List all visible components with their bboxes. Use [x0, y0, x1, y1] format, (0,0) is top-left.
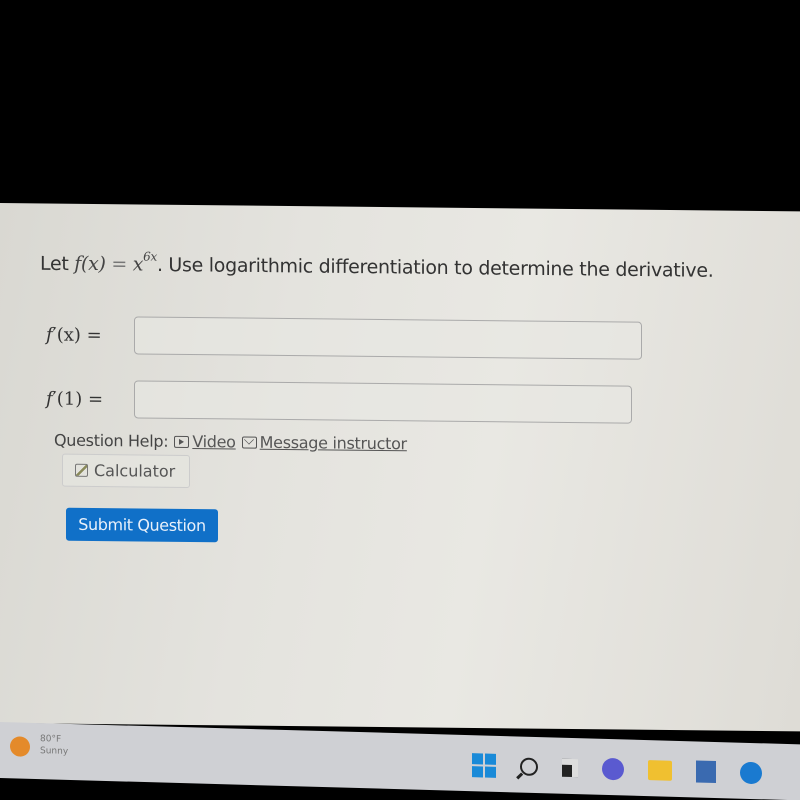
- video-play-icon: [174, 435, 190, 448]
- weather-widget[interactable]: 80°F Sunny: [10, 732, 68, 758]
- teams-chat-icon[interactable]: [602, 757, 624, 781]
- sun-icon: [10, 736, 30, 757]
- message-instructor-link[interactable]: Message instructor: [241, 433, 407, 453]
- question-text: Let f(x) = x6x. Use logarithmic differen…: [40, 249, 714, 282]
- exponent: 6x: [143, 249, 157, 264]
- search-icon[interactable]: [520, 757, 538, 777]
- question-suffix: . Use logarithmic differentiation to det…: [156, 253, 714, 282]
- derivative-input[interactable]: [134, 316, 642, 360]
- base: x: [132, 253, 144, 276]
- math-expression: f(x) = x6x: [74, 249, 157, 276]
- question-prefix: Let: [40, 252, 75, 276]
- answer-label: f′(x) =: [46, 323, 102, 346]
- video-link[interactable]: Video: [174, 432, 236, 451]
- answer-label: f′(1) =: [46, 387, 104, 410]
- microsoft-store-icon[interactable]: [696, 760, 716, 783]
- question-help: Question Help: Video Message instructor: [54, 431, 407, 454]
- weather-condition: Sunny: [40, 746, 69, 757]
- task-view-icon[interactable]: [562, 758, 578, 778]
- browser-content: Let f(x) = x6x. Use logarithmic differen…: [0, 203, 800, 732]
- edge-icon[interactable]: [740, 761, 762, 785]
- function-name: f(x): [74, 253, 106, 276]
- calculator-button[interactable]: Calculator: [62, 453, 190, 488]
- taskbar: 80°F Sunny: [0, 722, 800, 800]
- temperature: 80°F: [40, 734, 62, 745]
- mail-icon: [241, 436, 257, 449]
- equals-sign: =: [105, 253, 133, 276]
- file-explorer-icon[interactable]: [648, 760, 672, 781]
- windows-start-icon[interactable]: [472, 753, 496, 778]
- answer-row-derivative: f′(x) =: [46, 315, 642, 360]
- derivative-at-1-input[interactable]: [134, 380, 632, 424]
- calculator-icon: [75, 463, 88, 477]
- question-help-label: Question Help:: [54, 430, 169, 451]
- submit-question-button[interactable]: Submit Question: [66, 507, 218, 543]
- answer-row-derivative-at-1: f′(1) =: [46, 379, 632, 424]
